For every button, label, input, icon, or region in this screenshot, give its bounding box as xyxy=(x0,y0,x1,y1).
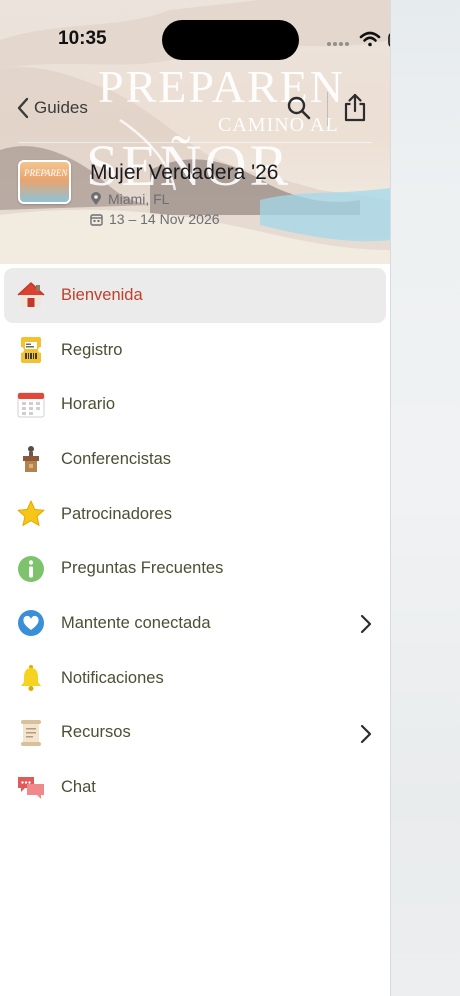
event-dates-text: 13 – 14 Nov 2026 xyxy=(109,211,220,227)
back-button[interactable]: Guides xyxy=(16,94,88,122)
scroll-icon xyxy=(21,719,41,746)
star-icon xyxy=(17,500,45,527)
menu-label-conferencistas: Conferencistas xyxy=(61,449,172,468)
menu-item-notificaciones[interactable]: Notificaciones xyxy=(0,651,390,706)
podium-icon xyxy=(23,446,39,473)
location-pin-icon xyxy=(91,192,101,205)
calendar-icon xyxy=(17,392,45,418)
menu-item-horario[interactable]: Horario xyxy=(0,377,390,432)
event-thumbnail: PREPAREN xyxy=(18,160,71,204)
ticket-icon xyxy=(18,337,44,364)
bell-icon xyxy=(21,665,41,692)
menu-label-registro: Registro xyxy=(61,340,123,359)
heart-icon xyxy=(18,610,44,637)
menu-item-recursos[interactable]: Recursos xyxy=(0,706,390,761)
menu-item-mantente-conectada[interactable]: Mantente conectada xyxy=(0,596,390,651)
event-location-text: Miami, FL xyxy=(108,191,170,207)
wifi-icon xyxy=(359,31,381,47)
side-drawer: PREPAREN CAMINO AL SEÑOR 10:35 Guides PR… xyxy=(0,0,390,996)
search-icon[interactable] xyxy=(286,95,312,121)
share-icon[interactable] xyxy=(342,93,368,123)
event-location: Miami, FL xyxy=(90,191,169,207)
info-icon xyxy=(18,555,44,582)
menu-item-patrocinadores[interactable]: Patrocinadores xyxy=(0,487,390,542)
nav-divider xyxy=(327,92,328,126)
back-button-label: Guides xyxy=(34,98,88,117)
menu-item-conferencistas[interactable]: Conferencistas xyxy=(0,432,390,487)
cellular-signal-icon xyxy=(327,42,349,46)
menu-label-preguntas-frecuentes: Preguntas Frecuentes xyxy=(61,559,224,578)
status-bar-icons xyxy=(326,30,390,55)
chevron-right-icon xyxy=(360,615,372,634)
battery-icon xyxy=(388,33,390,47)
status-bar-time: 10:35 xyxy=(58,28,107,49)
chat-bubbles-icon xyxy=(18,776,44,799)
hero-divider xyxy=(18,142,372,143)
event-thumbnail-text: PREPAREN xyxy=(24,168,68,178)
menu-label-mantente-conectada: Mantente conectada xyxy=(61,613,211,632)
menu-label-notificaciones: Notificaciones xyxy=(61,668,164,687)
calendar-small-icon xyxy=(90,213,103,226)
menu-label-recursos: Recursos xyxy=(61,723,131,742)
guide-menu: Bienvenida Registro Horario Conferencist… xyxy=(0,268,390,815)
event-name: Mujer Verdadera '26 xyxy=(90,161,279,184)
chevron-left-icon xyxy=(17,97,29,119)
dimmed-app-content[interactable] xyxy=(390,0,460,996)
dynamic-island xyxy=(162,20,299,60)
menu-label-bienvenida: Bienvenida xyxy=(61,285,143,304)
menu-label-horario: Horario xyxy=(61,395,116,414)
house-icon xyxy=(17,282,45,308)
menu-item-bienvenida[interactable]: Bienvenida xyxy=(4,268,386,323)
chevron-right-icon xyxy=(360,724,372,743)
menu-label-patrocinadores: Patrocinadores xyxy=(61,504,172,523)
menu-item-preguntas-frecuentes[interactable]: Preguntas Frecuentes xyxy=(0,541,390,596)
event-hero-header: PREPAREN CAMINO AL SEÑOR 10:35 Guides PR… xyxy=(0,0,390,264)
menu-item-chat[interactable]: Chat xyxy=(0,760,390,815)
event-dates: 13 – 14 Nov 2026 xyxy=(90,211,220,227)
menu-label-chat: Chat xyxy=(61,778,96,797)
menu-item-registro[interactable]: Registro xyxy=(0,323,390,378)
